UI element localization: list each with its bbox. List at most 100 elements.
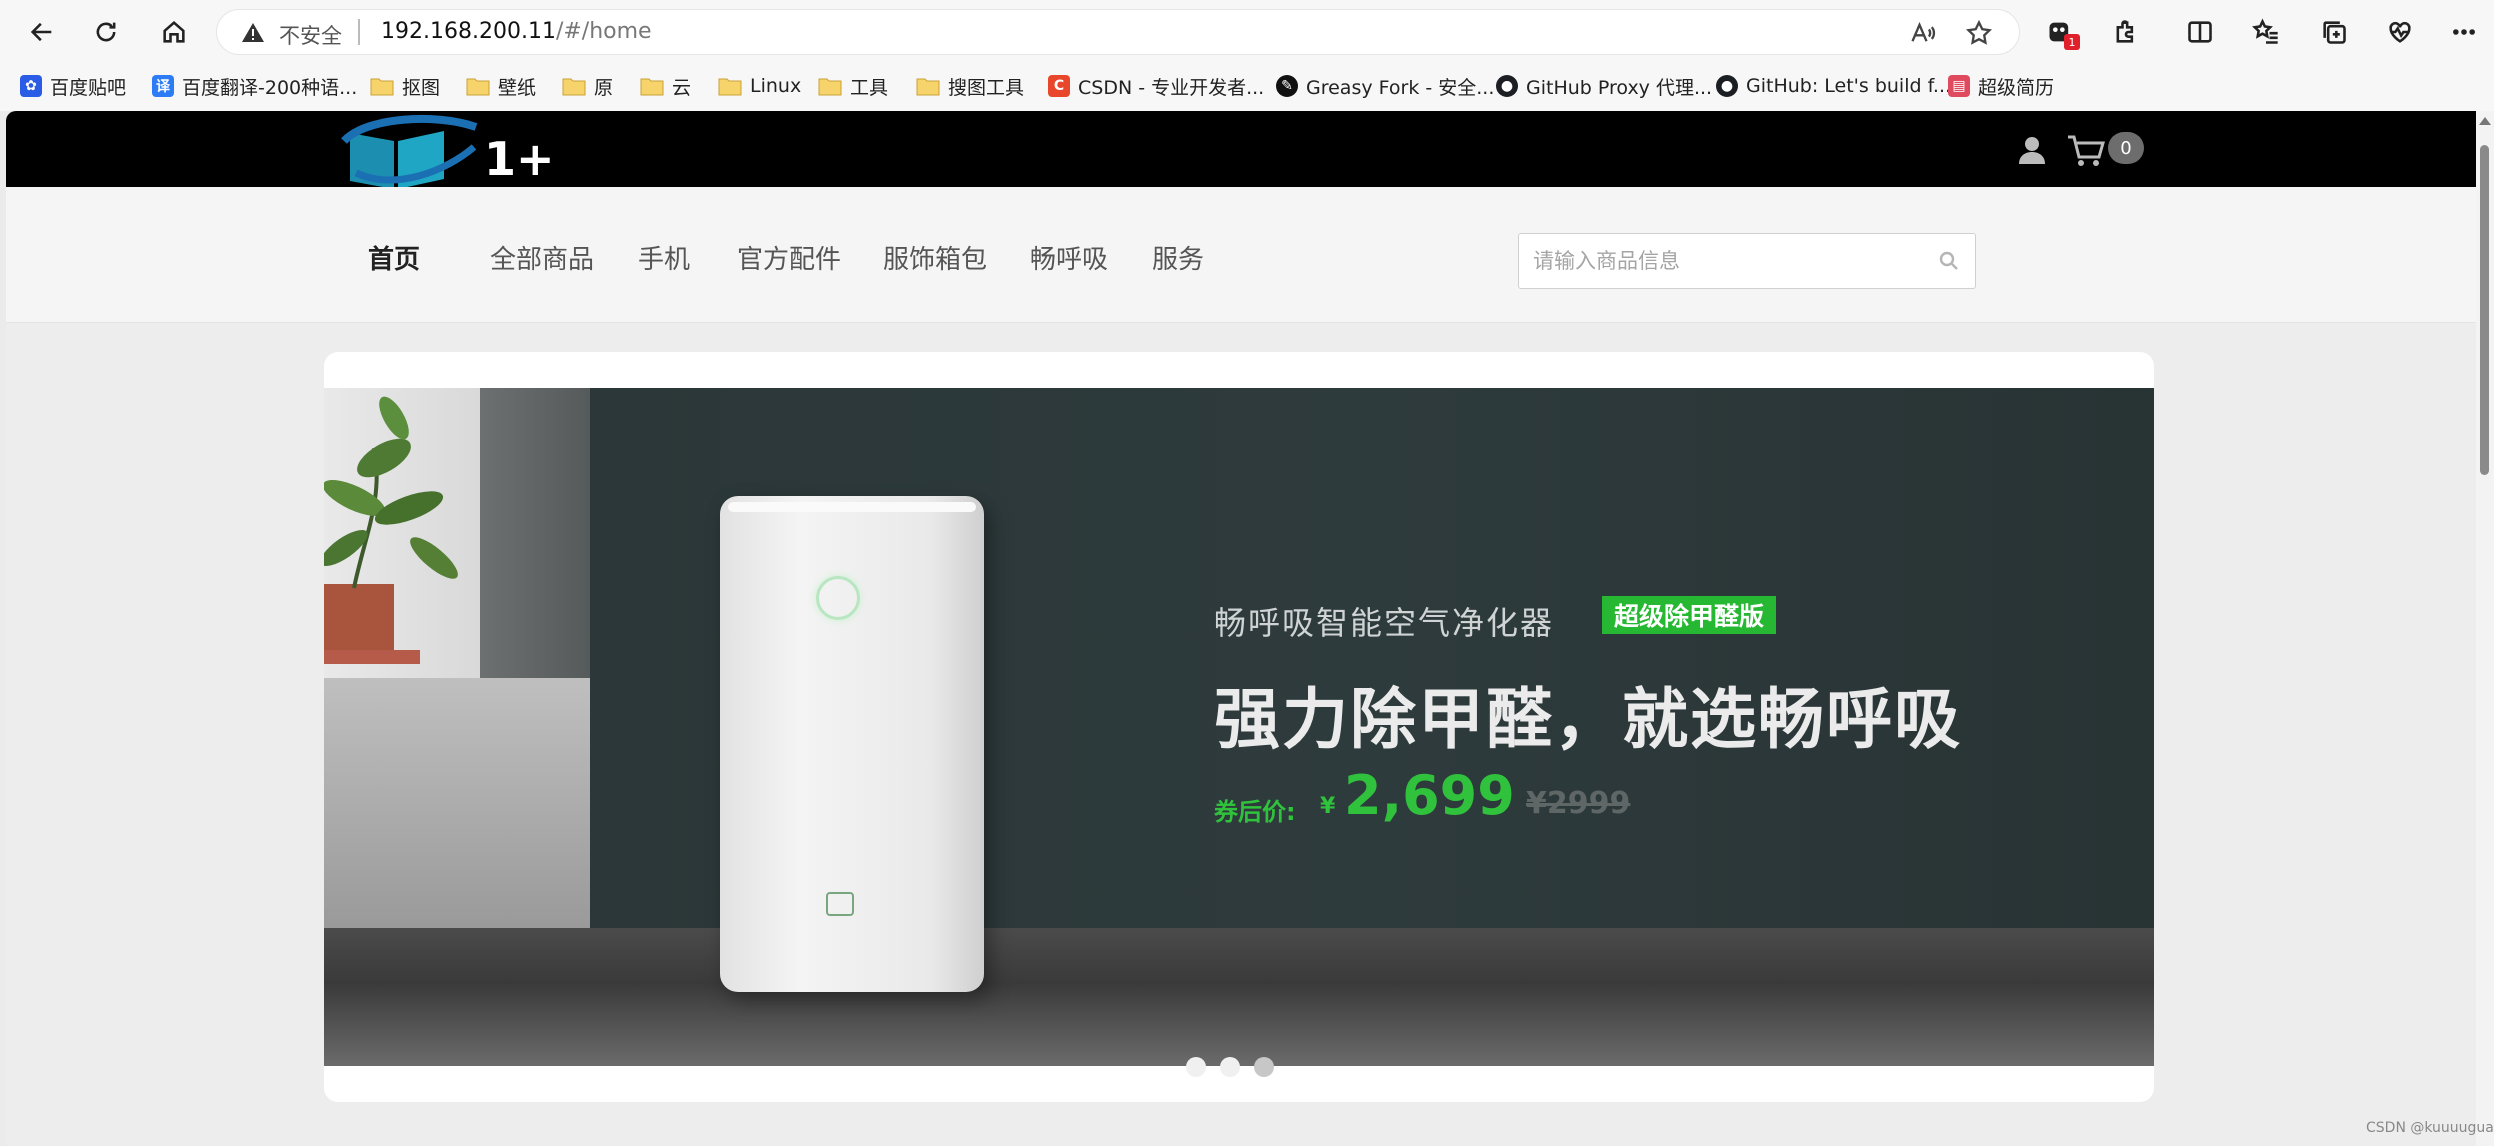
warning-icon[interactable] — [241, 21, 265, 45]
heartbeat-icon — [2389, 21, 2411, 43]
nav-item-apparel[interactable]: 服饰箱包 — [883, 239, 987, 276]
banner-card: 畅呼吸智能空气净化器 超级除甲醛版 强力除甲醛，就选畅呼吸 券后价: ¥ 2,6… — [324, 352, 2154, 1102]
folder-icon — [718, 78, 742, 96]
banner-price: 2,699 — [1344, 764, 1515, 827]
bookmark-folder[interactable]: 搜图工具 — [916, 70, 1024, 102]
nav-item-breathe[interactable]: 畅呼吸 — [1030, 239, 1108, 276]
more-menu-button[interactable] — [2444, 12, 2484, 52]
nav-item-all-products[interactable]: 全部商品 — [490, 239, 594, 276]
home-icon — [163, 20, 185, 43]
bookmark-label: 云 — [672, 76, 692, 99]
site-header: 1+ 0 — [6, 111, 2476, 189]
site-logo[interactable]: 1+ — [336, 111, 556, 195]
bookmark-item[interactable]: ✎ Greasy Fork - 安全... — [1276, 70, 1494, 102]
bookmark-folder[interactable]: 抠图 — [370, 70, 440, 102]
watermark: CSDN @kuuuugua — [2366, 1120, 2494, 1136]
favorites-button[interactable] — [2246, 12, 2286, 52]
bookmark-label: Linux — [750, 75, 802, 97]
logo-text: 1+ — [484, 132, 555, 186]
favorite-button[interactable] — [1965, 19, 1993, 47]
bookmark-item[interactable]: ✿ 百度贴吧 — [20, 70, 126, 102]
favorites-list-icon — [2252, 18, 2278, 44]
scroll-up-arrow[interactable] — [2479, 117, 2491, 125]
security-label[interactable]: 不安全 — [279, 20, 342, 50]
github-icon: ● — [1496, 75, 1518, 97]
read-aloud-button[interactable] — [1909, 19, 1937, 47]
carousel-dot[interactable] — [1254, 1057, 1274, 1077]
url-path: /#/home — [555, 19, 652, 44]
bookmarks-bar: ✿ 百度贴吧 译 百度翻译-200种语... 抠图 壁纸 原 云 Linux 工… — [0, 66, 2494, 106]
extension-button[interactable]: 1 — [2040, 12, 2080, 52]
bookmark-folder[interactable]: Linux — [718, 70, 801, 102]
home-button[interactable] — [154, 12, 194, 52]
nav-item-phones[interactable]: 手机 — [638, 239, 690, 276]
read-aloud-icon — [1911, 21, 1936, 42]
nav-item-accessories[interactable]: 官方配件 — [737, 239, 841, 276]
purifier-logo — [826, 892, 854, 916]
browser-toolbar: 不安全 192.168.200.11/#/home 1 — [0, 0, 2494, 64]
cart-icon[interactable] — [2066, 133, 2106, 167]
bookmark-folder[interactable]: 原 — [562, 70, 613, 102]
nav-item-home[interactable]: 首页 — [368, 239, 420, 276]
browser-chrome: 不安全 192.168.200.11/#/home 1 ✿ 百度贴吧 译 百度翻… — [0, 0, 2494, 111]
page-scrollbar[interactable] — [2476, 111, 2494, 1146]
bookmark-folder[interactable]: 壁纸 — [466, 70, 536, 102]
split-screen-button[interactable] — [2180, 12, 2220, 52]
scrollbar-thumb[interactable] — [2480, 145, 2489, 475]
bookmark-label: 百度贴吧 — [50, 76, 127, 99]
hero-banner[interactable]: 畅呼吸智能空气净化器 超级除甲醛版 强力除甲醛，就选畅呼吸 券后价: ¥ 2,6… — [324, 388, 2154, 1066]
carousel-dot[interactable] — [1220, 1057, 1240, 1077]
purifier-indicator — [816, 576, 860, 620]
folder-icon — [640, 78, 664, 96]
url-host: 192.168.200.11 — [381, 19, 556, 44]
banner-price-label: 券后价: — [1214, 798, 1296, 826]
bookmark-folder[interactable]: 云 — [640, 70, 691, 102]
bookmark-label: 百度翻译-200种语... — [182, 76, 358, 99]
reload-button[interactable] — [86, 12, 126, 52]
nav-item-service[interactable]: 服务 — [1152, 239, 1204, 276]
address-bar[interactable]: 不安全 192.168.200.11/#/home — [216, 9, 2020, 55]
bookmark-item[interactable]: ▤ 超级简历 — [1948, 70, 2054, 102]
plant-image — [324, 396, 458, 664]
baidu-paw-icon: ✿ — [20, 75, 42, 97]
bookmark-label: 壁纸 — [498, 76, 537, 99]
csdn-icon: C — [1048, 75, 1070, 97]
split-screen-icon — [2188, 21, 2212, 43]
extensions-button[interactable] — [2106, 12, 2146, 52]
banner-headline: 强力除甲醛，就选畅呼吸 — [1214, 681, 1962, 758]
more-dots-icon — [2453, 29, 2475, 35]
banner-ledge — [324, 678, 590, 928]
bookmark-folder[interactable]: 工具 — [818, 70, 888, 102]
bookmark-label: 搜图工具 — [948, 76, 1025, 99]
search-icon[interactable] — [1937, 249, 1961, 273]
banner-old-price: ¥2999 — [1526, 786, 1631, 821]
back-button[interactable] — [22, 12, 62, 52]
github-icon: ● — [1716, 75, 1738, 97]
air-purifier-image — [720, 496, 984, 992]
banner-currency: ¥ — [1320, 794, 1336, 819]
bookmark-label: 超级简历 — [1978, 76, 2055, 99]
cart-count-badge[interactable]: 0 — [2108, 132, 2144, 164]
collections-button[interactable] — [2314, 12, 2354, 52]
bookmark-label: 抠图 — [402, 76, 441, 99]
carousel-dot[interactable] — [1186, 1057, 1206, 1077]
search-box — [1518, 233, 1976, 289]
folder-icon — [818, 78, 842, 96]
bookmark-item[interactable]: C CSDN - 专业开发者... — [1048, 70, 1264, 102]
resume-icon: ▤ — [1948, 75, 1970, 97]
bookmark-item[interactable]: ● GitHub: Let's build f... — [1716, 70, 1951, 102]
main-nav: 首页 全部商品 手机 官方配件 服饰箱包 畅呼吸 服务 — [6, 187, 2476, 323]
banner-tag: 超级除甲醛版 — [1602, 596, 1777, 634]
url-text[interactable]: 192.168.200.11/#/home — [381, 19, 652, 44]
arrow-left-icon — [30, 22, 52, 42]
performance-button[interactable] — [2380, 12, 2420, 52]
bookmark-item[interactable]: ● GitHub Proxy 代理... — [1496, 70, 1712, 102]
greasyfork-icon: ✎ — [1276, 75, 1298, 97]
baidu-translate-icon: 译 — [152, 75, 174, 97]
bookmark-item[interactable]: 译 百度翻译-200种语... — [152, 70, 357, 102]
search-input[interactable] — [1533, 246, 1923, 276]
page-viewport: 1+ 0 首页 全部商品 手机 官方配件 服饰箱包 畅呼吸 服务 请输入商品信息… — [6, 111, 2476, 1146]
user-icon[interactable] — [2018, 135, 2046, 165]
purifier-top — [728, 502, 976, 512]
folder-icon — [916, 78, 940, 96]
